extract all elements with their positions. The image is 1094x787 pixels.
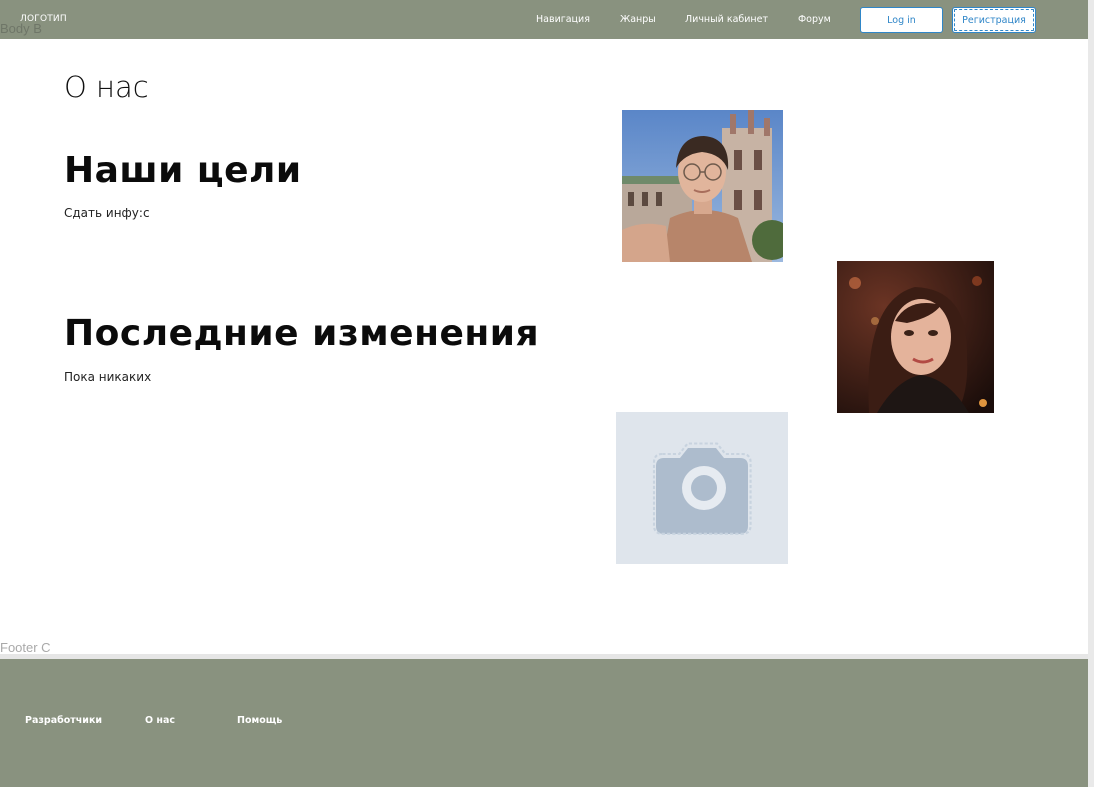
footer-link-developers[interactable]: Разработчики	[25, 715, 102, 726]
page-frame: ЛОГОТИП Навигация Жанры Личный кабинет Ф…	[0, 0, 1088, 787]
page-title: О нас	[64, 70, 149, 104]
camera-placeholder-icon	[616, 412, 788, 564]
nav-item-navigation[interactable]: Навигация	[536, 14, 590, 25]
team-photo-2	[837, 261, 994, 413]
footer-frame-label: Footer C	[0, 640, 51, 655]
nav-item-forum[interactable]: Форум	[798, 14, 831, 25]
nav-item-cabinet[interactable]: Личный кабинет	[685, 14, 768, 25]
footer-link-help[interactable]: Помощь	[237, 715, 282, 726]
goals-text: Сдать инфу:с	[64, 206, 150, 220]
body-frame-label: Body B	[0, 21, 42, 36]
nav-item-genres[interactable]: Жанры	[620, 14, 656, 25]
goals-heading: Наши цели	[64, 150, 302, 191]
changes-text: Пока никаких	[64, 370, 152, 384]
footer-bar: Разработчики О нас Помощь	[0, 659, 1088, 787]
register-button[interactable]: Регистрация	[952, 7, 1036, 33]
changes-heading: Последние изменения	[64, 313, 540, 354]
login-button[interactable]: Log in	[860, 7, 943, 33]
team-photo-1	[622, 110, 783, 262]
footer-link-about[interactable]: О нас	[145, 715, 175, 726]
header-bar: ЛОГОТИП Навигация Жанры Личный кабинет Ф…	[0, 0, 1088, 39]
